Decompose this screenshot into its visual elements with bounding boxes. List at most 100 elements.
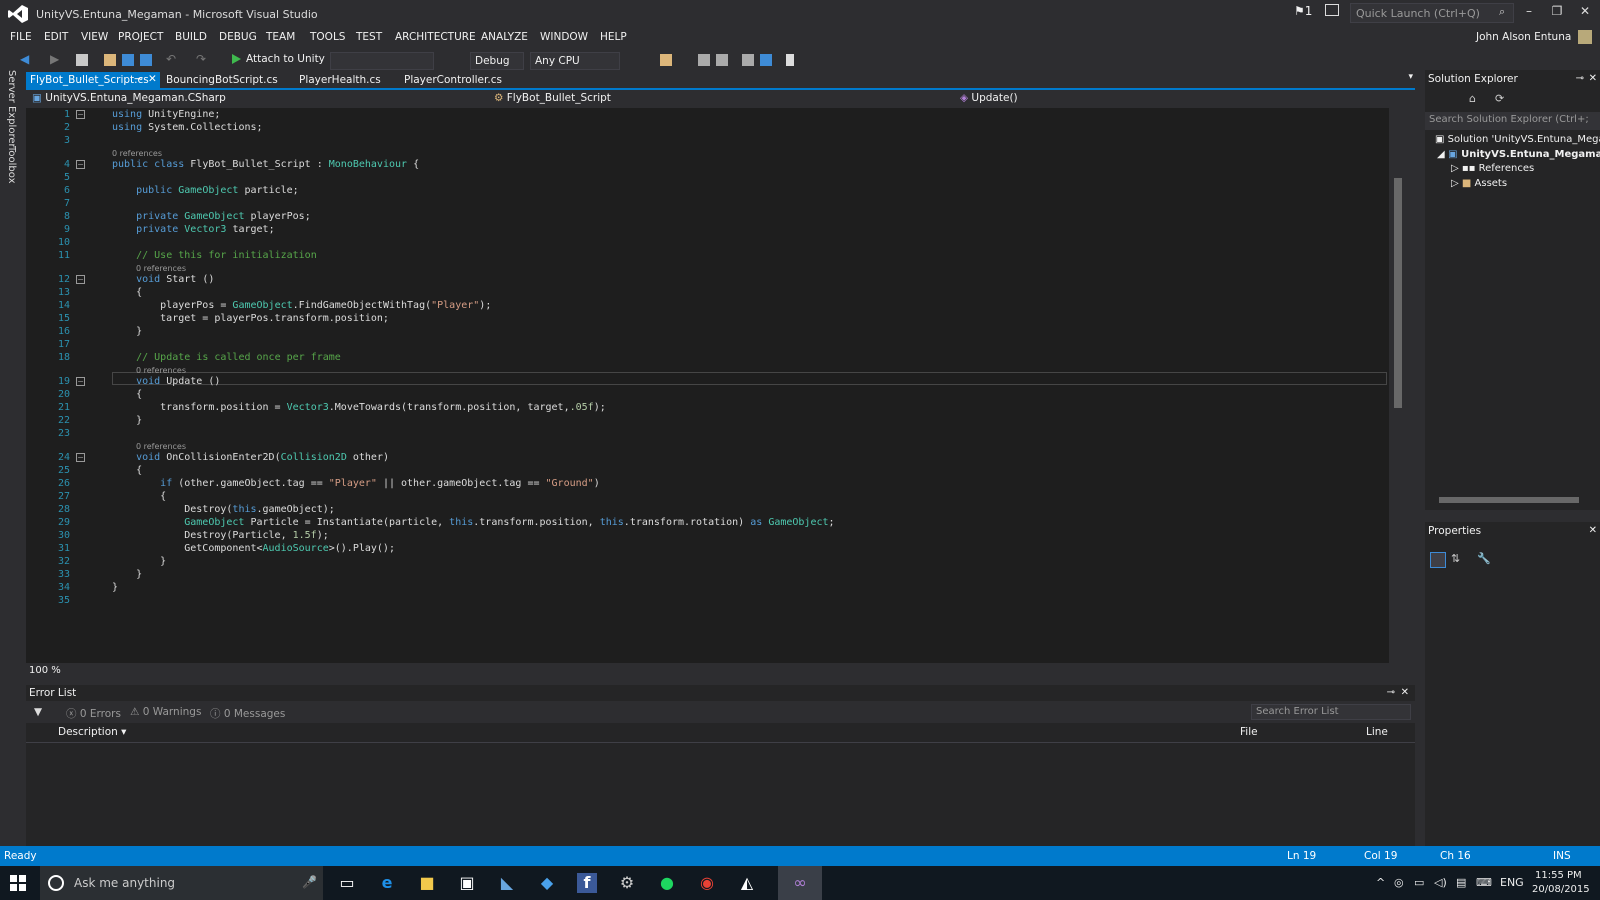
store-icon[interactable]: ▣ <box>457 873 477 893</box>
code-line[interactable]: private GameObject playerPos; <box>112 210 311 223</box>
menu-edit[interactable]: EDIT <box>44 31 68 43</box>
file-explorer-icon[interactable]: ■ <box>417 873 437 893</box>
code-line[interactable]: void OnCollisionEnter2D(Collision2D othe… <box>112 451 389 464</box>
zoom-level[interactable]: 100 % <box>29 665 61 676</box>
twitter-icon[interactable]: ◆ <box>537 873 557 893</box>
code-line[interactable]: { <box>112 388 142 401</box>
menu-team[interactable]: TEAM <box>266 31 295 43</box>
windows-start-icon[interactable] <box>10 875 26 891</box>
code-line[interactable]: // Update is called once per frame <box>112 351 341 364</box>
redo-icon[interactable]: ↷ <box>196 52 208 66</box>
code-line[interactable]: transform.position = Vector3.MoveTowards… <box>112 401 606 414</box>
tray-battery-icon[interactable]: ▭ <box>1414 876 1424 889</box>
warnings-filter[interactable]: ⚠ 0 Warnings <box>130 706 201 718</box>
menu-build[interactable]: BUILD <box>175 31 207 43</box>
code-line[interactable]: using System.Collections; <box>112 121 263 134</box>
code-line[interactable]: Destroy(this.gameObject); <box>112 503 335 516</box>
feedback-icon[interactable] <box>1325 4 1339 16</box>
code-line[interactable]: playerPos = GameObject.FindGameObjectWit… <box>112 299 491 312</box>
code-line[interactable]: void Update () <box>112 375 220 388</box>
restore-button[interactable]: ❐ <box>1544 4 1570 22</box>
code-line[interactable]: target = playerPos.transform.position; <box>112 312 389 325</box>
code-line[interactable]: // Use this for initialization <box>112 249 317 262</box>
open-file-icon[interactable] <box>104 54 116 66</box>
tray-action-center-icon[interactable]: ▤ <box>1456 876 1466 889</box>
tab-overflow-icon[interactable]: ▾ <box>1408 72 1413 82</box>
code-line[interactable]: Destroy(Particle, 1.5f); <box>112 529 329 542</box>
code-line[interactable]: { <box>112 464 142 477</box>
microphone-icon[interactable]: 🎤 <box>302 875 317 889</box>
menu-window[interactable]: WINDOW <box>540 31 588 43</box>
user-name[interactable]: John Alson Entuna <box>1476 31 1571 43</box>
pin-icon[interactable]: ⊸ <box>1387 687 1395 698</box>
chrome-icon[interactable]: ◉ <box>697 873 717 893</box>
pin-icon[interactable]: ⊸ <box>134 73 143 85</box>
fold-toggle-icon[interactable]: − <box>76 377 85 386</box>
close-tab-icon[interactable]: ✕ <box>148 73 157 85</box>
code-line[interactable]: } <box>112 581 118 594</box>
toolbox-tab[interactable]: Toolbox <box>6 146 17 184</box>
close-panel-icon[interactable]: ✕ <box>1589 73 1597 84</box>
tab-player-controller[interactable]: PlayerController.cs <box>400 72 506 88</box>
code-line[interactable]: if (other.gameObject.tag == "Player" || … <box>112 477 600 490</box>
column-line[interactable]: Line <box>1366 726 1388 738</box>
categorized-icon[interactable] <box>1430 552 1446 568</box>
notification-flag-icon[interactable]: ⚑1 <box>1294 4 1312 18</box>
code-line[interactable]: { <box>112 286 142 299</box>
class-combo[interactable]: ⚙ FlyBot_Bullet_Script <box>490 91 944 107</box>
menu-tools[interactable]: TOOLS <box>310 31 345 43</box>
step-icon[interactable] <box>698 54 710 66</box>
fold-toggle-icon[interactable]: − <box>76 453 85 462</box>
search-icon[interactable]: ⌕ <box>1499 5 1505 19</box>
column-description[interactable]: Description ▾ <box>58 726 126 738</box>
tray-keyboard-icon[interactable]: ⌨ <box>1476 876 1492 889</box>
menu-project[interactable]: PROJECT <box>118 31 163 43</box>
menu-view[interactable]: VIEW <box>81 31 108 43</box>
member-combo[interactable]: ◈ Update() <box>956 91 1406 107</box>
unity-icon[interactable]: ◭ <box>737 873 757 893</box>
property-pages-icon[interactable]: 🔧 <box>1477 552 1491 565</box>
target-combo[interactable] <box>330 52 434 70</box>
fold-toggle-icon[interactable]: − <box>76 110 85 119</box>
server-explorer-tab[interactable]: Server Explorer <box>6 70 17 148</box>
tab-bouncing-bot-script[interactable]: BouncingBotScript.cs <box>162 72 282 88</box>
code-line[interactable]: } <box>112 414 142 427</box>
solution-explorer-search-input[interactable]: Search Solution Explorer (Ctrl+; <box>1425 112 1600 130</box>
code-line[interactable]: void Start () <box>112 273 214 286</box>
code-line[interactable]: } <box>112 555 166 568</box>
format-icon[interactable] <box>716 54 728 66</box>
filter-icon[interactable]: ▼ <box>34 706 42 718</box>
scrollbar-thumb[interactable] <box>1394 178 1402 408</box>
steam-icon[interactable]: ⚙ <box>617 873 637 893</box>
attach-to-unity-button[interactable]: Attach to Unity <box>246 53 325 65</box>
platform-combo[interactable]: Any CPU <box>530 52 620 70</box>
menu-file[interactable]: FILE <box>10 31 32 43</box>
tab-flybot-bullet-script[interactable]: FlyBot_Bullet_Script.cs ⊸ ✕ <box>26 72 160 88</box>
pin-icon[interactable]: ⊸ <box>1576 73 1584 84</box>
errors-filter[interactable]: ⓧ 0 Errors <box>66 706 121 721</box>
assets-node[interactable]: ▷ ■ Assets <box>1451 178 1507 189</box>
find-in-files-icon[interactable] <box>660 54 672 66</box>
task-view-icon[interactable]: ▭ <box>337 873 357 893</box>
config-combo[interactable]: Debug <box>470 52 524 70</box>
edge-icon[interactable]: e <box>377 873 397 893</box>
code-line[interactable]: GetComponent<AudioSource>().Play(); <box>112 542 395 555</box>
play-icon[interactable] <box>232 54 241 64</box>
sync-icon[interactable]: ⟳ <box>1495 92 1504 105</box>
horizontal-scrollbar[interactable] <box>1439 497 1579 503</box>
menu-help[interactable]: HELP <box>600 31 627 43</box>
vertical-scrollbar[interactable] <box>1389 108 1407 663</box>
home-icon[interactable]: ⌂ <box>1469 92 1476 105</box>
alphabetical-icon[interactable]: ⇅ <box>1451 552 1460 565</box>
column-file[interactable]: File <box>1240 726 1258 738</box>
save-all-icon[interactable] <box>140 54 152 66</box>
project-node[interactable]: ◢ ▣ UnityVS.Entuna_Megaman.C <box>1437 149 1600 160</box>
code-editor[interactable]: 1−2 3 4−5 6 7 8 9 10 11 12−13 14 15 16 17 18 19−20 21 22 2… <box>26 108 1407 663</box>
messages-filter[interactable]: ⓘ 0 Messages <box>210 706 285 721</box>
solution-node[interactable]: ▣ Solution 'UnityVS.Entuna_Megar <box>1435 134 1600 145</box>
tray-chevron-icon[interactable]: ^ <box>1376 876 1385 889</box>
clock-date[interactable]: 20/08/2015 <box>1532 884 1590 895</box>
clock-time[interactable]: 11:55 PM <box>1535 870 1582 881</box>
code-line[interactable]: public GameObject particle; <box>112 184 299 197</box>
undo-icon[interactable]: ↶ <box>166 52 178 66</box>
